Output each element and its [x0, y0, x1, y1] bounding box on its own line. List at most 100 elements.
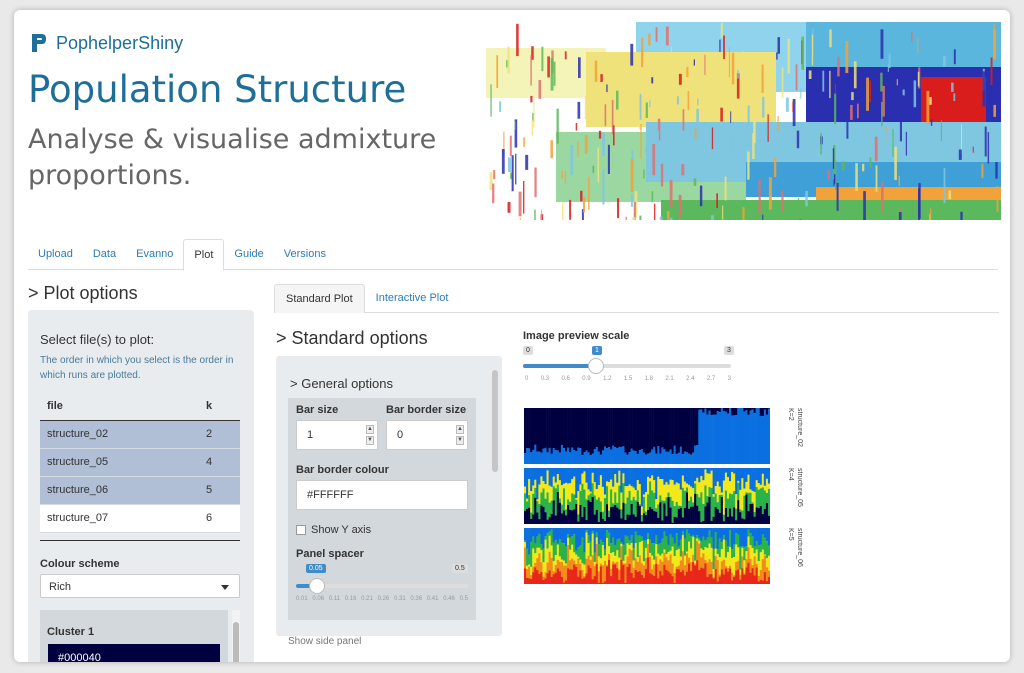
bar-border-size-input[interactable]: 0 ▲ ▼ [386, 420, 468, 450]
preview-scale-min: 0 [523, 346, 533, 355]
admixture-bar-segment [587, 495, 590, 501]
admixture-bar-segment [606, 528, 609, 531]
show-y-axis-checkbox[interactable]: Show Y axis [296, 524, 371, 536]
admixture-bar-segment [524, 493, 527, 511]
preview-scale-handle[interactable] [588, 358, 604, 374]
admixture-bar-segment [702, 528, 705, 537]
admixture-bar-segment [647, 557, 650, 584]
admixture-bar-segment [753, 556, 756, 576]
tab-guide[interactable]: Guide [224, 239, 273, 269]
tab-upload[interactable]: Upload [28, 239, 83, 269]
admixture-bar-segment [565, 515, 568, 524]
panel-spacer-label: Panel spacer [296, 548, 364, 560]
admixture-bar-segment [704, 540, 707, 548]
scrollbar-thumb[interactable] [233, 622, 239, 662]
show-side-panel-checkbox[interactable]: Show side panel [288, 636, 361, 647]
admixture-bar-segment [749, 504, 752, 524]
admixture-bar-segment [747, 562, 750, 584]
admixture-bar-segment [616, 550, 619, 562]
admixture-bar-segment [626, 468, 629, 487]
tab-evanno[interactable]: Evanno [126, 239, 183, 269]
cluster-scrollbar[interactable] [232, 610, 240, 662]
checkbox-icon[interactable] [296, 525, 306, 535]
admixture-bar-segment [571, 536, 574, 545]
admixture-bar-segment [524, 408, 527, 454]
admixture-bar-segment [718, 468, 722, 487]
colour-scheme-select[interactable]: Rich [40, 574, 240, 598]
admixture-bar-segment [675, 566, 679, 570]
options-scrollbar[interactable] [490, 360, 500, 632]
tab-standard-plot[interactable]: Standard Plot [274, 284, 365, 313]
banner-stripe [656, 130, 659, 153]
admixture-bar-segment [729, 481, 732, 494]
admixture-bar-segment [524, 510, 527, 524]
brand[interactable]: PophelperShiny [30, 32, 183, 54]
admixture-bar-segment [685, 452, 689, 464]
cluster-colours-panel: Cluster 1 #000040 [40, 610, 228, 662]
admixture-bar-segment [601, 468, 605, 487]
admixture-bar-segment [763, 537, 767, 555]
banner-stripe [711, 215, 714, 220]
admixture-bar-segment [729, 568, 732, 584]
admixture-bar-segment [659, 543, 662, 556]
banner-stripe [516, 23, 519, 57]
admixture-bar-segment [743, 495, 746, 520]
scrollbar-thumb[interactable] [492, 370, 498, 472]
admixture-bar-segment [554, 528, 558, 541]
banner-stripe [607, 144, 610, 174]
admixture-bar-segment [651, 574, 654, 584]
admixture-bar-segment [708, 410, 711, 464]
admixture-bar-segment [593, 566, 597, 577]
admixture-bar-segment [587, 500, 590, 524]
admixture-bar-segment [573, 509, 576, 524]
table-row[interactable]: structure_05 4 [40, 449, 240, 477]
banner-stripe [550, 58, 554, 91]
admixture-bar-segment [671, 408, 674, 455]
admixture-bar-segment [624, 563, 627, 583]
admixture-bar-segment [677, 569, 681, 584]
tab-data[interactable]: Data [83, 239, 126, 269]
admixture-bar-segment [735, 520, 738, 524]
tick-label: 0.21 [361, 596, 373, 602]
table-row[interactable]: structure_07 6 [40, 505, 240, 533]
admixture-bar-segment [569, 509, 572, 524]
banner-stripe [538, 80, 542, 99]
panel-spacer-handle[interactable] [309, 578, 325, 594]
table-row[interactable]: structure_06 5 [40, 477, 240, 505]
banner-stripe [993, 24, 995, 58]
banner-stripe [530, 95, 533, 103]
col-file[interactable]: file [40, 394, 206, 420]
admixture-bar-segment [692, 528, 695, 536]
spin-down-icon[interactable]: ▼ [456, 436, 464, 445]
spin-up-icon[interactable]: ▲ [366, 425, 374, 434]
banner-stripe [588, 176, 590, 210]
row-file: structure_07 [47, 512, 109, 524]
admixture-bar-segment [731, 471, 734, 495]
admixture-bar-segment [642, 513, 646, 524]
tab-interactive-plot[interactable]: Interactive Plot [365, 284, 460, 312]
admixture-bar-segment [714, 548, 717, 557]
admixture-bar-segment [741, 556, 744, 569]
spin-up-icon[interactable]: ▲ [456, 425, 464, 434]
admixture-bar-segment [663, 408, 666, 450]
bar-border-colour-input[interactable]: #FFFFFF [296, 480, 468, 510]
table-row[interactable]: structure_02 2 [40, 421, 240, 449]
admixture-bar-segment [685, 529, 689, 552]
banner-stripe [742, 207, 745, 220]
bar-size-spinner[interactable]: ▲ ▼ [366, 425, 374, 445]
tab-versions[interactable]: Versions [274, 239, 336, 269]
admixture-bar-segment [614, 564, 617, 584]
spin-down-icon[interactable]: ▼ [366, 436, 374, 445]
col-k[interactable]: k [206, 394, 240, 420]
bar-border-size-spinner[interactable]: ▲ ▼ [456, 425, 464, 445]
admixture-bar-segment [538, 484, 541, 504]
banner-stripe [898, 212, 902, 220]
cluster-1-colour-input[interactable]: #000040 [48, 644, 220, 662]
admixture-bar-segment [657, 578, 660, 584]
banner-stripe [737, 145, 739, 167]
admixture-bar-segment [589, 455, 592, 464]
admixture-bar-segment [603, 555, 607, 561]
admixture-bar-segment [618, 569, 621, 580]
tab-plot[interactable]: Plot [183, 239, 225, 271]
bar-size-input[interactable]: 1 ▲ ▼ [296, 420, 378, 450]
